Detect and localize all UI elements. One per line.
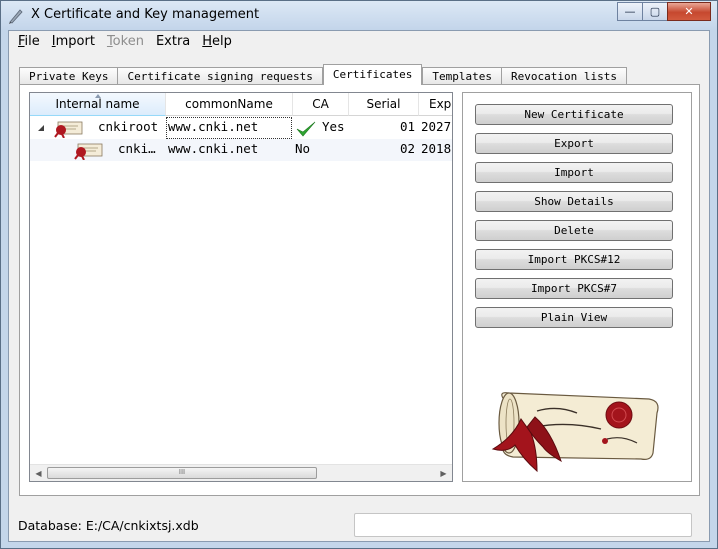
column-ca-label: CA bbox=[312, 97, 329, 111]
menu-help-rest: elp bbox=[212, 34, 232, 49]
menu-extra[interactable]: Extra bbox=[150, 32, 196, 52]
import-pkcs7-button[interactable]: Import PKCS#7 bbox=[475, 278, 673, 299]
menu-token[interactable]: Token bbox=[101, 32, 150, 52]
table-row[interactable]: cnki… www.cnki.net No 02 2018- bbox=[30, 139, 452, 161]
menu-help-mnemonic: H bbox=[202, 34, 213, 49]
tab-certificate-signing-requests[interactable]: Certificate signing requests bbox=[117, 67, 323, 85]
menu-file[interactable]: File bbox=[12, 32, 46, 52]
scroll-right-arrow-icon[interactable]: ▶ bbox=[435, 465, 452, 481]
tab-private-keys[interactable]: Private Keys bbox=[19, 67, 119, 85]
row-expiry: 2027- bbox=[421, 119, 452, 134]
delete-button[interactable]: Delete bbox=[475, 220, 673, 241]
menu-token-rest: oken bbox=[112, 34, 144, 49]
database-status: Database: E:/CA/cnkixtsj.xdb bbox=[18, 518, 199, 533]
export-button[interactable]: Export bbox=[475, 133, 673, 154]
certificate-tree[interactable]: Internal name commonName CA Serial Exp c… bbox=[29, 92, 453, 482]
maximize-button[interactable]: ▢ bbox=[642, 2, 668, 21]
close-button[interactable]: ✕ bbox=[667, 2, 711, 21]
client-area: File Import Token Extra Help Private Key… bbox=[8, 30, 710, 542]
menu-help[interactable]: Help bbox=[196, 32, 238, 52]
column-expiry[interactable]: Exp bbox=[419, 93, 452, 116]
app-pen-icon bbox=[9, 9, 23, 24]
plain-view-button[interactable]: Plain View bbox=[475, 307, 673, 328]
menu-import[interactable]: Import bbox=[46, 32, 101, 52]
certificate-scroll-logo bbox=[491, 392, 659, 473]
horizontal-scrollbar[interactable]: ◀ III ▶ bbox=[30, 464, 452, 481]
row-serial: 02 bbox=[400, 141, 416, 156]
tab-templates[interactable]: Templates bbox=[422, 67, 503, 85]
title-bar[interactable]: X Certificate and Key management — ▢ ✕ bbox=[1, 1, 717, 30]
menu-import-rest: mport bbox=[55, 34, 95, 49]
tree-header: Internal name commonName CA Serial Exp bbox=[30, 93, 452, 116]
scroll-left-arrow-icon[interactable]: ◀ bbox=[30, 465, 47, 481]
column-serial[interactable]: Serial bbox=[349, 93, 419, 116]
column-internal-name[interactable]: Internal name bbox=[30, 93, 166, 116]
row-serial: 01 bbox=[400, 119, 416, 134]
minimize-button[interactable]: — bbox=[617, 2, 643, 21]
table-row[interactable]: cnkiroot www.cnki.net Yes 01 2027- bbox=[30, 117, 452, 139]
row-ca: Yes bbox=[322, 119, 345, 134]
row-common-name: www.cnki.net bbox=[168, 141, 259, 156]
actions-panel: New Certificate Export Import Show Detai… bbox=[462, 92, 692, 482]
status-field bbox=[354, 513, 692, 537]
new-certificate-button[interactable]: New Certificate bbox=[475, 104, 673, 125]
column-common-name[interactable]: commonName bbox=[166, 93, 293, 116]
certificate-icon bbox=[54, 121, 83, 138]
menu-bar: File Import Token Extra Help bbox=[9, 31, 709, 53]
show-details-button[interactable]: Show Details bbox=[475, 191, 673, 212]
column-internal-name-label: Internal name bbox=[55, 97, 140, 111]
menu-file-rest: ile bbox=[24, 34, 40, 49]
import-button[interactable]: Import bbox=[475, 162, 673, 183]
column-ca[interactable]: CA bbox=[293, 93, 349, 116]
column-expiry-label: Exp bbox=[429, 97, 452, 111]
sort-ascending-icon bbox=[94, 94, 101, 98]
expanded-arrow-icon bbox=[38, 125, 44, 131]
row-ca: No bbox=[295, 141, 311, 156]
import-pkcs12-button[interactable]: Import PKCS#12 bbox=[475, 249, 673, 270]
row-internal-name: cnki… bbox=[118, 141, 156, 156]
column-serial-label: Serial bbox=[366, 97, 401, 111]
certificate-icon bbox=[74, 143, 103, 160]
certificates-panel: Internal name commonName CA Serial Exp c… bbox=[19, 84, 700, 496]
main-window: X Certificate and Key management — ▢ ✕ F… bbox=[0, 0, 718, 549]
scroll-thumb[interactable]: III bbox=[47, 467, 317, 479]
row-internal-name: cnkiroot bbox=[98, 119, 159, 134]
check-icon bbox=[296, 121, 316, 137]
column-common-name-label: commonName bbox=[185, 97, 273, 111]
row-common-name: www.cnki.net bbox=[166, 117, 292, 139]
tab-bar: Private Keys Certificate signing request… bbox=[19, 64, 627, 85]
menu-extra-label: Extra bbox=[155, 34, 191, 49]
row-expiry: 2018- bbox=[421, 141, 452, 156]
window-title: X Certificate and Key management bbox=[31, 7, 260, 22]
tab-certificates[interactable]: Certificates bbox=[322, 64, 423, 85]
tab-revocation-lists[interactable]: Revocation lists bbox=[501, 67, 627, 85]
